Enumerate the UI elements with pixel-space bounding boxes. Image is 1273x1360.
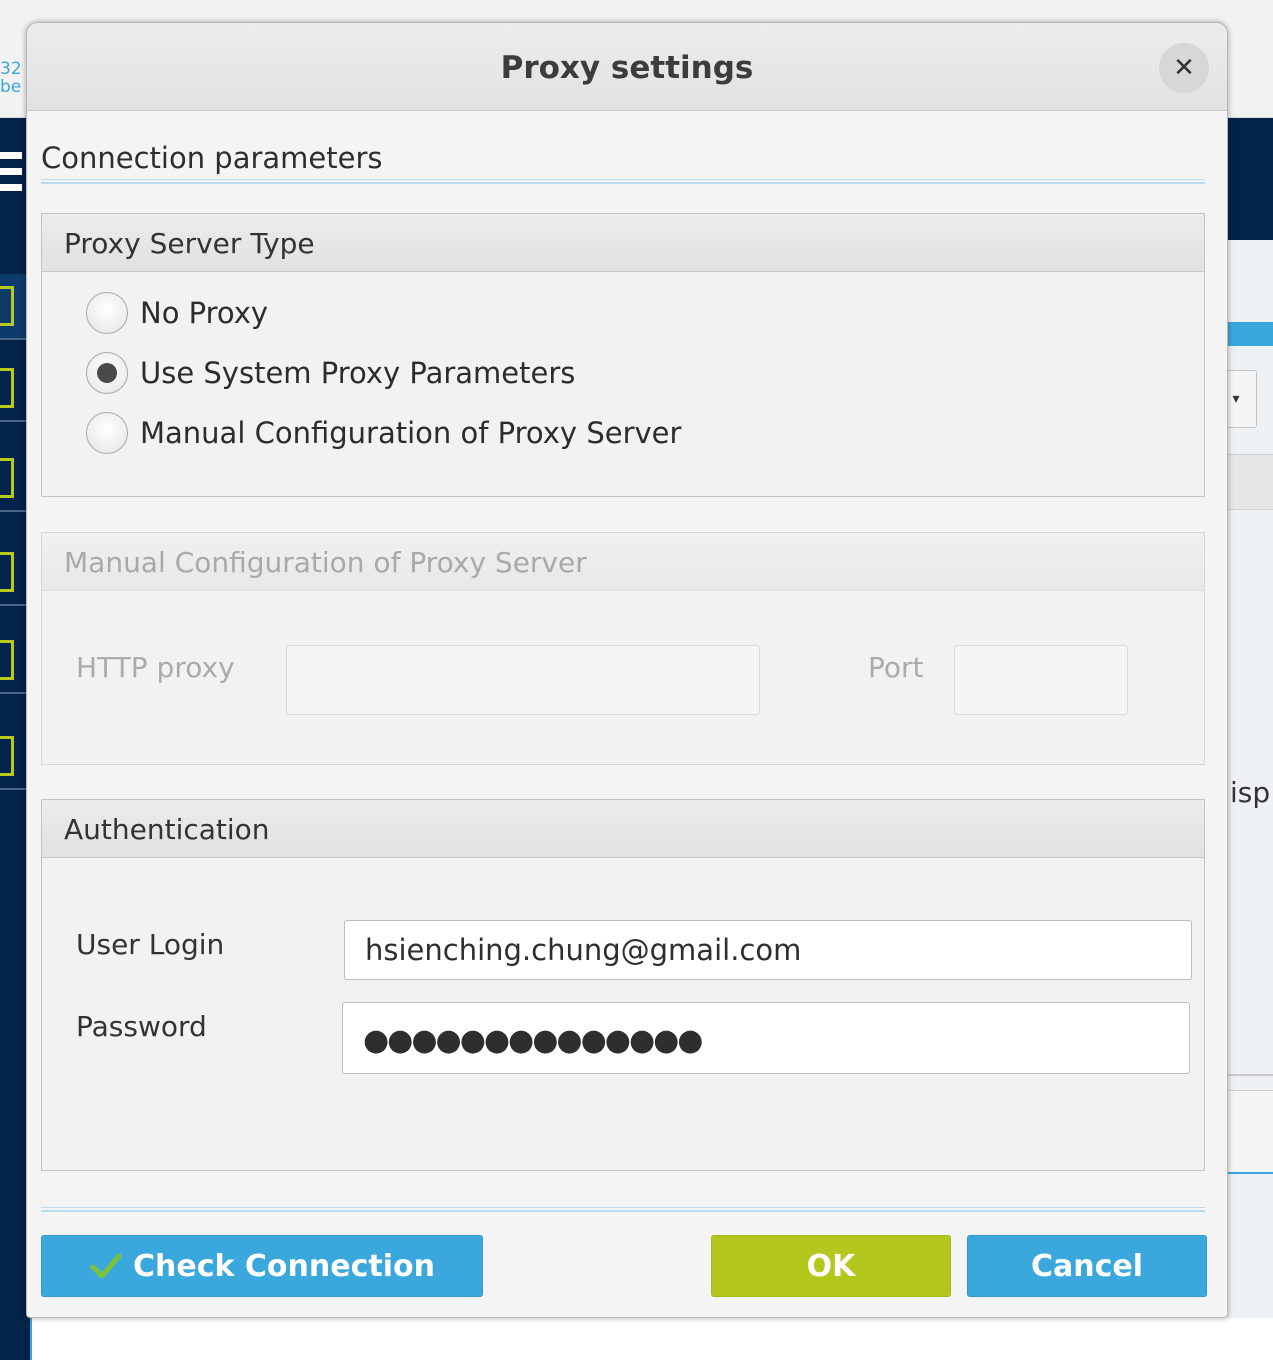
http-proxy-input[interactable] — [286, 645, 760, 715]
background-header-band — [1228, 118, 1273, 240]
radio-selected-dot — [97, 363, 117, 383]
password-label: Password — [76, 1010, 207, 1043]
ok-button[interactable]: OK — [711, 1235, 951, 1297]
hamburger-menu-icon[interactable] — [0, 152, 22, 200]
home-icon — [0, 286, 14, 326]
user-login-label: User Login — [76, 928, 225, 961]
close-icon: ✕ — [1173, 53, 1195, 83]
sidebar-tool-icon — [0, 736, 14, 776]
manual-configuration-header: Manual Configuration of Proxy Server — [42, 533, 1204, 591]
cancel-label: Cancel — [1030, 1248, 1144, 1284]
radio-label: Use System Proxy Parameters — [140, 356, 576, 390]
port-label: Port — [868, 651, 924, 684]
authentication-group: Authentication User Login Password ●●●●●… — [41, 799, 1205, 1171]
proxy-server-type-header: Proxy Server Type — [42, 214, 1204, 272]
dialog-title: Proxy settings — [500, 50, 754, 86]
sidebar-tool-icon — [0, 458, 14, 498]
proxy-settings-dialog: Proxy settings ✕ Connection parameters P… — [26, 22, 1228, 1318]
sidebar-tool-icon — [0, 640, 14, 680]
background-bottom-panel — [30, 1318, 1273, 1360]
check-connection-button[interactable]: Check Connection — [41, 1235, 483, 1297]
radio-label: Manual Configuration of Proxy Server — [140, 416, 682, 450]
password-input[interactable]: ●●●●●●●●●●●●●● — [342, 1002, 1190, 1074]
radio-use-system-proxy[interactable]: Use System Proxy Parameters — [86, 350, 575, 396]
port-input[interactable] — [954, 645, 1128, 715]
background-toolbar-strip — [1228, 454, 1273, 510]
connection-parameters-title: Connection parameters — [41, 141, 383, 175]
chevron-down-icon: ▾ — [1232, 391, 1240, 407]
background-tab-strip — [1228, 322, 1273, 346]
radio-no-proxy[interactable]: No Proxy — [86, 290, 268, 336]
authentication-header: Authentication — [42, 800, 1204, 858]
radio-manual-config[interactable]: Manual Configuration of Proxy Server — [86, 410, 681, 456]
ok-label: OK — [806, 1248, 856, 1284]
user-login-input[interactable] — [344, 920, 1192, 980]
manual-configuration-group: Manual Configuration of Proxy Server HTT… — [41, 532, 1205, 765]
http-proxy-label: HTTP proxy — [76, 651, 235, 684]
proxy-server-type-group: Proxy Server Type No Proxy Use System Pr… — [41, 213, 1205, 497]
background-panel — [1228, 1090, 1273, 1174]
sidebar-tool-icon — [0, 552, 14, 592]
dialog-titlebar[interactable]: Proxy settings ✕ — [27, 23, 1227, 111]
background-divider — [1228, 1074, 1273, 1076]
check-connection-label: Check Connection — [133, 1248, 435, 1284]
radio-button[interactable] — [86, 292, 128, 334]
background-partial-text: isp — [1230, 776, 1271, 809]
checkmark-icon — [89, 1249, 123, 1283]
section-divider — [41, 179, 1205, 184]
footer-divider — [41, 1207, 1205, 1212]
cancel-button[interactable]: Cancel — [967, 1235, 1207, 1297]
radio-button[interactable] — [86, 412, 128, 454]
app-logo-text: 32 be — [0, 60, 22, 97]
sidebar-tool-icon — [0, 368, 14, 408]
close-button[interactable]: ✕ — [1159, 43, 1209, 93]
password-masked-value: ●●●●●●●●●●●●●● — [363, 1023, 703, 1058]
radio-button-selected[interactable] — [86, 352, 128, 394]
radio-label: No Proxy — [140, 296, 269, 330]
